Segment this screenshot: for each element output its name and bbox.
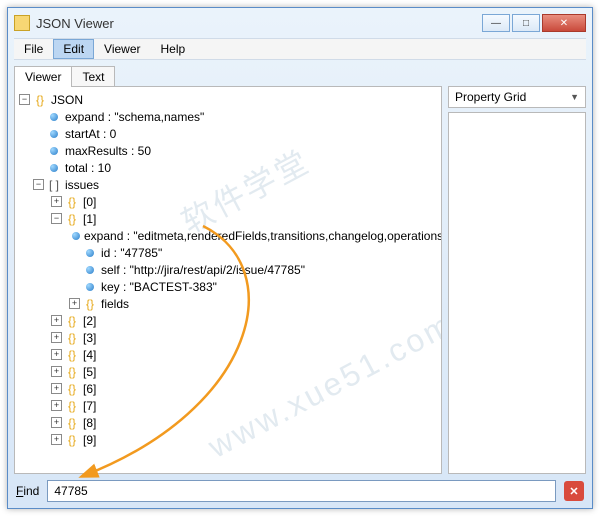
expand-toggle[interactable]: − <box>51 213 62 224</box>
node-idx4[interactable]: [4] <box>83 348 96 362</box>
node-idx7[interactable]: [7] <box>83 399 96 413</box>
object-icon: {} <box>65 382 79 396</box>
expand-toggle[interactable]: − <box>19 94 30 105</box>
app-icon <box>14 15 30 31</box>
expand-toggle[interactable]: + <box>51 332 62 343</box>
value-icon <box>83 263 97 277</box>
value-icon <box>47 110 61 124</box>
menu-help[interactable]: Help <box>151 39 196 59</box>
node-i1-id[interactable]: id : "47785" <box>101 246 162 260</box>
object-icon: {} <box>65 195 79 209</box>
array-icon: [ ] <box>47 178 61 192</box>
tab-viewer[interactable]: Viewer <box>14 66 72 87</box>
node-idx3[interactable]: [3] <box>83 331 96 345</box>
expand-toggle[interactable]: + <box>51 349 62 360</box>
node-idx5[interactable]: [5] <box>83 365 96 379</box>
tree-panel[interactable]: 软件学堂 www.xue51.com −{}JSON expand : "sch… <box>14 86 442 474</box>
node-startAt[interactable]: startAt : 0 <box>65 127 116 141</box>
node-i1-fields[interactable]: fields <box>101 297 129 311</box>
value-icon <box>47 161 61 175</box>
menu-edit[interactable]: Edit <box>53 39 94 59</box>
find-input[interactable] <box>47 480 556 502</box>
value-icon <box>83 280 97 294</box>
node-i1-expand[interactable]: expand : "editmeta,renderedFields,transi… <box>84 229 442 243</box>
object-icon: {} <box>65 416 79 430</box>
node-issues[interactable]: issues <box>65 178 99 192</box>
node-idx8[interactable]: [8] <box>83 416 96 430</box>
tab-text[interactable]: Text <box>71 66 115 87</box>
menu-viewer[interactable]: Viewer <box>94 39 150 59</box>
close-button[interactable]: ✕ <box>542 14 586 32</box>
node-i1-key[interactable]: key : "BACTEST-383" <box>101 280 217 294</box>
object-icon: {} <box>65 348 79 362</box>
node-idx9[interactable]: [9] <box>83 433 96 447</box>
chevron-down-icon: ▼ <box>570 92 579 102</box>
value-icon <box>83 246 97 260</box>
expand-toggle[interactable]: + <box>69 298 80 309</box>
value-icon <box>72 229 80 243</box>
object-icon: {} <box>65 365 79 379</box>
find-bar: Find ✕ <box>8 480 592 510</box>
maximize-button[interactable]: □ <box>512 14 540 32</box>
node-maxResults[interactable]: maxResults : 50 <box>65 144 151 158</box>
find-clear-button[interactable]: ✕ <box>564 481 584 501</box>
object-icon: {} <box>83 297 97 311</box>
object-icon: {} <box>65 212 79 226</box>
property-grid-body <box>448 112 586 474</box>
find-label: Find <box>16 484 39 498</box>
node-i1-self[interactable]: self : "http://jira/rest/api/2/issue/477… <box>101 263 305 277</box>
property-grid-header[interactable]: Property Grid ▼ <box>448 86 586 108</box>
object-icon: {} <box>65 433 79 447</box>
expand-toggle[interactable]: + <box>51 400 62 411</box>
expand-toggle[interactable]: + <box>51 196 62 207</box>
expand-toggle[interactable]: + <box>51 417 62 428</box>
node-total[interactable]: total : 10 <box>65 161 111 175</box>
object-icon: {} <box>65 314 79 328</box>
node-idx0[interactable]: [0] <box>83 195 96 209</box>
node-expand[interactable]: expand : "schema,names" <box>65 110 204 124</box>
expand-toggle[interactable]: − <box>33 179 44 190</box>
node-idx1[interactable]: [1] <box>83 212 96 226</box>
object-icon: {} <box>33 93 47 107</box>
node-idx2[interactable]: [2] <box>83 314 96 328</box>
window-title: JSON Viewer <box>36 16 482 31</box>
object-icon: {} <box>65 331 79 345</box>
expand-toggle[interactable]: + <box>51 434 62 445</box>
node-root[interactable]: JSON <box>51 93 83 107</box>
property-grid-title: Property Grid <box>455 90 526 104</box>
app-window: JSON Viewer — □ ✕ File Edit Viewer Help … <box>7 7 593 509</box>
expand-toggle[interactable]: + <box>51 315 62 326</box>
expand-toggle[interactable]: + <box>51 366 62 377</box>
expand-toggle[interactable]: + <box>51 383 62 394</box>
object-icon: {} <box>65 399 79 413</box>
menubar: File Edit Viewer Help <box>14 38 586 60</box>
titlebar[interactable]: JSON Viewer — □ ✕ <box>8 8 592 38</box>
minimize-button[interactable]: — <box>482 14 510 32</box>
tabstrip: Viewer Text <box>8 62 592 86</box>
value-icon <box>47 127 61 141</box>
value-icon <box>47 144 61 158</box>
menu-file[interactable]: File <box>14 39 53 59</box>
node-idx6[interactable]: [6] <box>83 382 96 396</box>
